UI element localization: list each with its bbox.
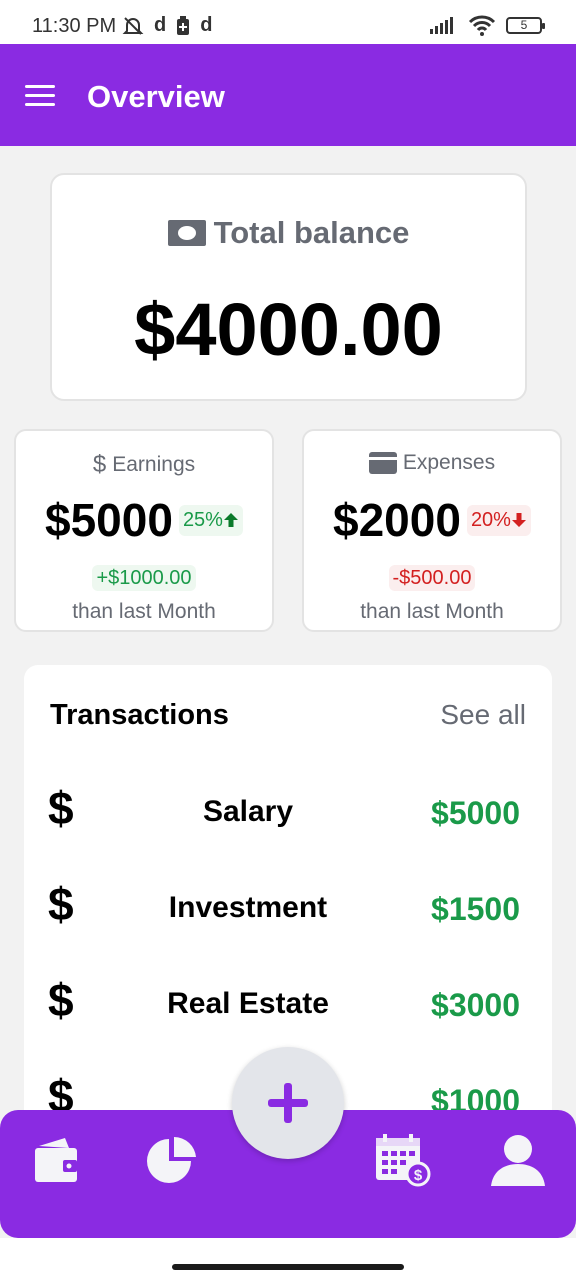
status-bar: 11:30 PM d d 5 [0, 0, 576, 44]
pie-chart-icon [147, 1136, 196, 1183]
transaction-amount: $3000 [431, 987, 520, 1023]
signal-icon [430, 17, 453, 34]
earnings-subtext: than last Month [72, 600, 216, 623]
profile-icon [491, 1135, 545, 1186]
battery-icon: 5 [506, 16, 545, 34]
plus-icon [268, 1083, 308, 1123]
money-icon [167, 220, 206, 246]
expenses-percent: 20% [470, 508, 511, 531]
app-bar: Overview [0, 44, 576, 146]
credit-card-icon [368, 452, 397, 474]
dollar-icon: $ [48, 782, 74, 834]
total-balance-card: Total balance $4000.00 [50, 173, 527, 401]
expenses-main-row: $2000 20% [304, 493, 560, 547]
status-system-icons: 5 [430, 14, 545, 36]
status-time: 11:30 PM [32, 15, 117, 37]
transaction-row[interactable]: $ Real Estate $3000 [24, 963, 552, 1043]
expenses-change: -$500.00 [388, 565, 476, 591]
calendar-money-icon: $ [376, 1134, 431, 1187]
gesture-bar-area [0, 1238, 576, 1280]
earnings-percent: 25% [182, 508, 223, 531]
svg-text:$: $ [414, 1167, 423, 1184]
dollar-icon: $ [48, 974, 74, 1026]
dollar-icon: $ [48, 878, 74, 930]
nav-wallet[interactable] [26, 1130, 86, 1190]
wifi-icon [468, 15, 496, 36]
d-app-icon-2: d [200, 14, 213, 36]
earnings-label: Earnings [112, 453, 196, 476]
nav-calendar[interactable]: $ [372, 1130, 432, 1190]
see-all-link[interactable]: See all [440, 699, 526, 731]
earnings-amount: $5000 [45, 494, 173, 546]
expenses-label-row: Expenses [304, 451, 560, 475]
transaction-row[interactable]: $ Salary $5000 [24, 771, 552, 851]
arrow-down-icon [511, 513, 526, 527]
earnings-percent-badge: 25% [178, 504, 243, 536]
transaction-row[interactable]: $ Investment $1500 [24, 867, 552, 947]
balance-label: Total balance [213, 215, 410, 250]
page-title: Overview [87, 79, 225, 114]
expenses-percent-badge: 20% [466, 504, 531, 536]
nav-statistics[interactable] [142, 1130, 202, 1190]
add-transaction-button[interactable] [232, 1047, 344, 1159]
transaction-amount: $5000 [431, 795, 520, 831]
menu-icon[interactable] [25, 85, 55, 107]
battery-saver-icon [177, 15, 190, 35]
expenses-subtext: than last Month [360, 600, 504, 623]
transaction-amount: $1500 [431, 891, 520, 927]
wallet-icon [35, 1138, 77, 1182]
dollar-icon: $ [92, 451, 107, 478]
expenses-amount: $2000 [333, 494, 461, 546]
earnings-main-row: $5000 25% [16, 493, 272, 547]
transactions-title: Transactions [50, 699, 229, 731]
earnings-change: +$1000.00 [92, 565, 196, 591]
earnings-card[interactable]: $ Earnings $5000 25% +$1000.00 than last… [14, 429, 274, 632]
home-indicator[interactable] [172, 1264, 404, 1270]
arrow-up-icon [223, 513, 238, 527]
d-app-icon: d [154, 14, 167, 36]
expenses-label: Expenses [402, 451, 496, 474]
transaction-name: Salary [202, 795, 294, 828]
earnings-label-row: $ Earnings [16, 451, 272, 479]
transaction-name: Real Estate [167, 987, 329, 1020]
balance-value: $4000.00 [134, 288, 443, 371]
transaction-name: Investment [168, 891, 328, 924]
expenses-card[interactable]: Expenses $2000 20% -$500.00 than last Mo… [302, 429, 562, 632]
expenses-change-row: -$500.00 [304, 565, 560, 591]
balance-label-row: Total balance [52, 215, 525, 251]
earnings-change-row: +$1000.00 [16, 565, 272, 591]
status-notification-icons: d d [122, 14, 212, 37]
mute-bell-icon [122, 16, 144, 35]
nav-profile[interactable] [488, 1130, 548, 1190]
